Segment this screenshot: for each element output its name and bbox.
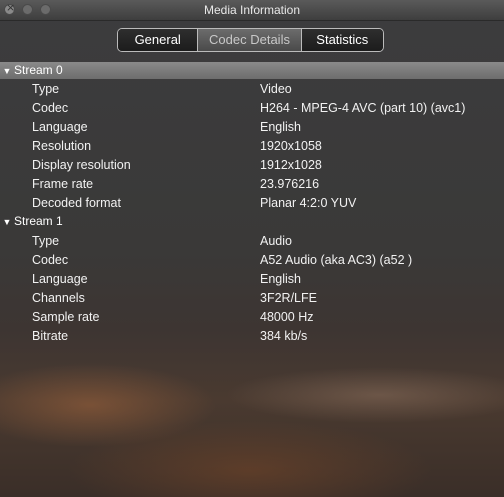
tab-codec-details[interactable]: Codec Details <box>198 29 302 51</box>
table-row: Channels 3F2R/LFE <box>0 289 504 308</box>
table-row: Sample rate 48000 Hz <box>0 308 504 327</box>
row-key: Resolution <box>32 139 92 153</box>
row-value: H264 - MPEG-4 AVC (part 10) (avc1) <box>260 101 466 115</box>
table-row: Bitrate 384 kb/s <box>0 327 504 346</box>
row-value: 48000 Hz <box>260 310 314 324</box>
table-row: Display resolution 1912x1028 <box>0 156 504 175</box>
row-value: 384 kb/s <box>260 329 308 343</box>
table-row: Resolution 1920x1058 <box>0 137 504 156</box>
window-title: Media Information <box>203 3 301 17</box>
row-key: Bitrate <box>32 329 69 343</box>
row-value: 1912x1028 <box>260 158 322 172</box>
row-value: Audio <box>260 234 292 248</box>
row-value: English <box>260 272 301 286</box>
row-key: Language <box>32 120 88 134</box>
row-value: 3F2R/LFE <box>260 291 317 305</box>
row-key: Type <box>32 82 60 96</box>
tab-bar: General Codec Details Statistics <box>117 28 384 52</box>
row-key: Codec <box>32 253 69 267</box>
table-row: Decoded format Planar 4:2:0 YUV <box>0 194 504 213</box>
stream-1-label: Stream 1 <box>14 214 63 228</box>
row-value: Planar 4:2:0 YUV <box>260 196 357 210</box>
row-key: Type <box>32 234 60 248</box>
row-key: Decoded format <box>32 196 121 210</box>
title-bar: Media Information <box>0 0 504 21</box>
table-row: Codec H264 - MPEG-4 AVC (part 10) (avc1) <box>0 99 504 118</box>
row-key: Language <box>32 272 88 286</box>
table-row: Frame rate 23.976216 <box>0 175 504 194</box>
table-row: Language English <box>0 270 504 289</box>
row-value: 23.976216 <box>260 177 320 191</box>
row-value: A52 Audio (aka AC3) (a52 ) <box>260 253 413 267</box>
row-key: Display resolution <box>32 158 131 172</box>
tab-statistics[interactable]: Statistics <box>301 29 383 51</box>
row-value: Video <box>260 82 292 96</box>
stream-0-header[interactable]: ▼ Stream 0 <box>0 62 504 79</box>
row-key: Codec <box>32 101 69 115</box>
table-row: Language English <box>0 118 504 137</box>
row-value: 1920x1058 <box>260 139 322 153</box>
row-value: English <box>260 120 301 134</box>
table-row: Codec A52 Audio (aka AC3) (a52 ) <box>0 251 504 270</box>
table-row: Type Audio <box>0 232 504 251</box>
stream-1-header[interactable]: ▼ Stream 1 <box>0 213 504 230</box>
tab-general[interactable]: General <box>118 29 199 51</box>
disclosure-triangle-icon[interactable]: ▼ <box>0 63 14 80</box>
stream-0-label: Stream 0 <box>14 63 63 77</box>
row-key: Frame rate <box>32 177 94 191</box>
media-information-window: Media Information General Codec Details … <box>0 0 504 497</box>
row-key: Channels <box>32 291 85 305</box>
table-row: Type Video <box>0 80 504 99</box>
row-key: Sample rate <box>32 310 100 324</box>
disclosure-triangle-icon[interactable]: ▼ <box>0 214 14 231</box>
